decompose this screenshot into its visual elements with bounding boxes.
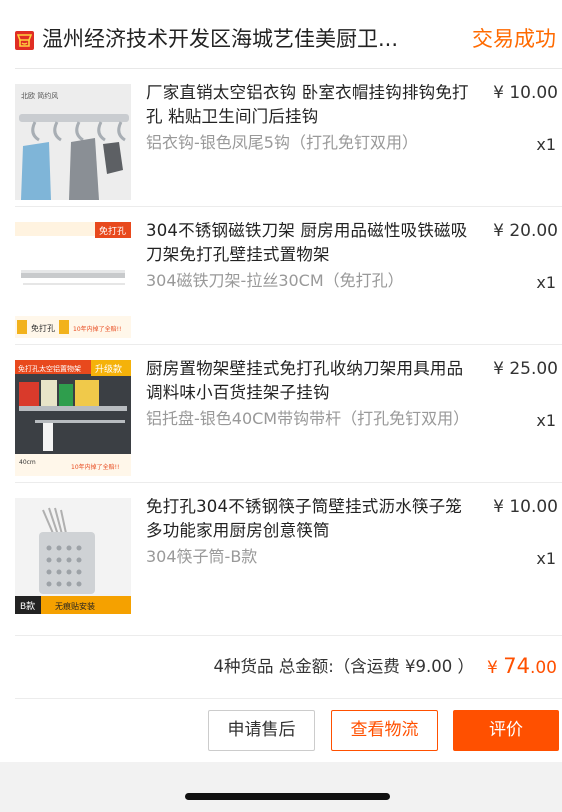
product-price: ¥ 25.00 [493, 359, 558, 379]
review-button[interactable]: 评价 [453, 710, 559, 751]
shop-icon [15, 31, 34, 50]
thumb-footer: 无痕贴安装 [55, 601, 95, 611]
thumb-footer: 10年内掉了全赔!! [71, 463, 119, 471]
divider [15, 698, 562, 699]
product-quantity: x1 [536, 411, 556, 430]
product-thumbnail[interactable]: 北欧 简约风 [15, 84, 131, 200]
product-title[interactable]: 厂家直销太空铝衣钩 卧室衣帽挂钩排钩免打孔 粘贴卫生间门后挂钩 [146, 81, 476, 129]
order-item[interactable]: 免打孔 免打孔 10年内掉了全赔!! 304不锈钢磁铁刀架 厨房用品磁性吸铁磁吸… [0, 207, 562, 345]
product-price: ¥ 10.00 [493, 497, 558, 517]
shop-name[interactable]: 温州经济技术开发区海城艺佳美厨卫... [42, 24, 442, 54]
product-title[interactable]: 304不锈钢磁铁刀架 厨房用品磁性吸铁磁吸刀架免打孔壁挂式置物架 [146, 219, 476, 267]
product-spec: 304筷子筒-B款 [146, 547, 258, 566]
thumb-badge: 免打孔 [99, 225, 126, 237]
thumb-badge: 升级款 [95, 363, 122, 375]
product-thumbnail[interactable]: 免打孔 免打孔 10年内掉了全赔!! [15, 222, 131, 338]
product-price: ¥ 10.00 [493, 83, 558, 103]
order-header[interactable]: 温州经济技术开发区海城艺佳美厨卫... 交易成功 [0, 12, 562, 64]
thumb-footer: 免打孔 [31, 323, 55, 333]
order-card: 温州经济技术开发区海城艺佳美厨卫... 交易成功 北欧 简约风 厂家直销太空铝衣… [0, 0, 562, 762]
total-currency: ¥ [486, 658, 504, 678]
thumb-footer: 10年内掉了全赔!! [73, 325, 121, 333]
product-title[interactable]: 厨房置物架壁挂式免打孔收纳刀架用具用品调料味小百货挂架子挂钩 [146, 357, 476, 405]
product-price: ¥ 20.00 [493, 221, 558, 241]
order-item[interactable]: 北欧 简约风 厂家直销太空铝衣钩 卧室衣帽挂钩排钩免打孔 粘贴卫生间门后挂钩 铝… [0, 69, 562, 207]
product-spec: 304磁铁刀架-拉丝30CM（免打孔） [146, 271, 404, 290]
product-quantity: x1 [536, 135, 556, 154]
order-item[interactable]: B款 无痕贴安装 免打孔304不锈钢筷子筒壁挂式沥水筷子笼多功能家用厨房创意筷筒… [0, 483, 562, 621]
thumb-label: 北欧 简约风 [21, 91, 58, 100]
order-item[interactable]: 免打孔太空铝置物架 升级款 40cm 10年内掉了全赔!! 厨房置物架壁挂式免打… [0, 345, 562, 483]
product-spec: 铝衣钩-银色凤尾5钩（打孔免钉双用） [146, 133, 418, 152]
product-thumbnail[interactable]: 免打孔太空铝置物架 升级款 40cm 10年内掉了全赔!! [15, 360, 131, 476]
order-summary: 4种货品 总金额:（含运费 ¥9.00 ） ¥ 74.00 [0, 636, 562, 698]
summary-text: 4种货品 总金额:（含运费 ¥9.00 ） [213, 657, 474, 676]
after-sale-button[interactable]: 申请售后 [208, 710, 315, 751]
order-total: ¥ 74.00 [487, 652, 557, 682]
product-title[interactable]: 免打孔304不锈钢筷子筒壁挂式沥水筷子笼多功能家用厨房创意筷筒 [146, 495, 476, 543]
product-quantity: x1 [536, 549, 556, 568]
home-indicator[interactable] [185, 793, 390, 800]
thumb-label: 40cm [19, 459, 36, 466]
order-status: 交易成功 [472, 27, 556, 51]
thumb-label: 免打孔太空铝置物架 [18, 364, 81, 373]
thumb-badge: B款 [20, 600, 35, 612]
product-quantity: x1 [536, 273, 556, 292]
total-integer: 74 [503, 654, 530, 678]
total-decimal: .00 [529, 658, 557, 678]
product-thumbnail[interactable]: B款 无痕贴安装 [15, 498, 131, 614]
product-spec: 铝托盘-银色40CM带钩带杆（打孔免钉双用） [146, 409, 470, 428]
view-logistics-button[interactable]: 查看物流 [331, 710, 438, 751]
